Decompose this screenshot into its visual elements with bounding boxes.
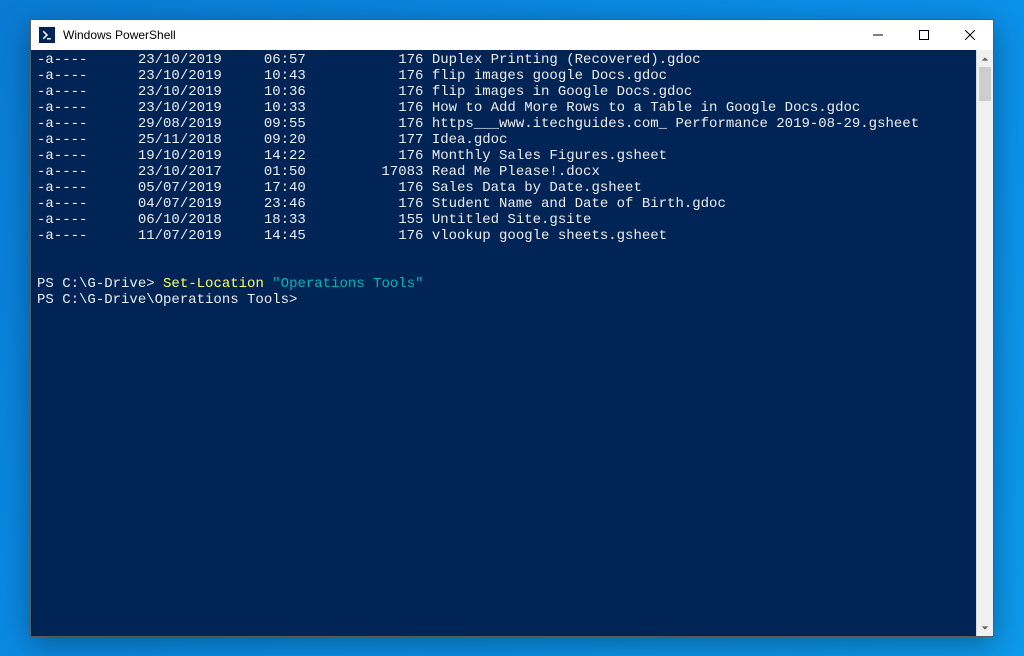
cell-date: 23/10/2019 (138, 100, 222, 116)
file-row: -a----23/10/2019 06:57176Duplex Printing … (37, 52, 970, 68)
file-row: -a----23/10/2017 01:5017083Read Me Please… (37, 164, 970, 180)
cell-mode: -a---- (37, 84, 138, 100)
cell-fname: https___www.itechguides.com_ Performance… (423, 116, 919, 132)
cell-size: 177 (306, 132, 424, 148)
file-row: -a----05/07/2019 17:40176Sales Data by Da… (37, 180, 970, 196)
scrollbar-vertical[interactable] (976, 50, 993, 636)
cell-time: 10:36 (264, 84, 306, 100)
cell-date: 29/08/2019 (138, 116, 222, 132)
close-button[interactable] (947, 20, 993, 50)
cell-size: 176 (306, 84, 424, 100)
cell-mode: -a---- (37, 148, 138, 164)
cell-fname: flip images google Docs.gdoc (423, 68, 667, 84)
file-row: -a----25/11/2018 09:20177Idea.gdoc (37, 132, 970, 148)
cell-mode: -a---- (37, 196, 138, 212)
cell-date: 06/10/2018 (138, 212, 222, 228)
cell-size: 176 (306, 196, 424, 212)
cell-fname: Student Name and Date of Birth.gdoc (423, 196, 725, 212)
cell-time: 18:33 (264, 212, 306, 228)
cell-size: 176 (306, 52, 424, 68)
terminal-output[interactable]: -a----23/10/201906:57176Duplex Printing … (31, 50, 976, 636)
titlebar[interactable]: Windows PowerShell (31, 20, 993, 50)
cell-date: 23/10/2019 (138, 68, 222, 84)
prompt-prefix: PS C:\G-Drive> (37, 276, 163, 292)
cell-time: 01:50 (264, 164, 306, 180)
cell-size: 176 (306, 148, 424, 164)
prompt-line-1: PS C:\G-Drive> Set-Location "Operations … (37, 276, 970, 292)
cell-size: 155 (306, 212, 424, 228)
cell-time: 17:40 (264, 180, 306, 196)
maximize-button[interactable] (901, 20, 947, 50)
cell-mode: -a---- (37, 180, 138, 196)
cell-size: 176 (306, 116, 424, 132)
cell-date: 23/10/2019 (138, 84, 222, 100)
cell-date: 05/07/2019 (138, 180, 222, 196)
cell-date: 23/10/2017 (138, 164, 222, 180)
cell-date: 19/10/2019 (138, 148, 222, 164)
prompt-prefix: PS C:\G-Drive\Operations Tools> (37, 292, 297, 308)
cell-size: 176 (306, 68, 424, 84)
window-title: Windows PowerShell (63, 28, 176, 42)
cell-fname: Duplex Printing (Recovered).gdoc (423, 52, 700, 68)
cell-fname: vlookup google sheets.gsheet (423, 228, 667, 244)
cell-size: 176 (306, 228, 424, 244)
cell-fname: Idea.gdoc (423, 132, 507, 148)
cell-mode: -a---- (37, 100, 138, 116)
string-token: "Operations Tools" (272, 276, 423, 292)
cell-time: 14:22 (264, 148, 306, 164)
cell-mode: -a---- (37, 228, 138, 244)
powershell-window: Windows PowerShell -a----23/10/201906:57… (30, 19, 994, 637)
cell-fname: How to Add More Rows to a Table in Googl… (423, 100, 860, 116)
file-row: -a----04/07/2019 23:46176Student Name and… (37, 196, 970, 212)
scrollbar-thumb[interactable] (979, 67, 991, 101)
cell-size: 176 (306, 180, 424, 196)
scroll-up-button[interactable] (977, 50, 993, 67)
file-row: -a----23/10/2019 10:33176How to Add More … (37, 100, 970, 116)
cell-time: 23:46 (264, 196, 306, 212)
cell-fname: Read Me Please!.docx (423, 164, 599, 180)
cell-time: 09:20 (264, 132, 306, 148)
cell-mode: -a---- (37, 212, 138, 228)
cell-date: 23/10/2019 (138, 52, 222, 68)
file-row: -a----23/10/2019 10:43176flip images goog… (37, 68, 970, 84)
cell-date: 04/07/2019 (138, 196, 222, 212)
terminal-area: -a----23/10/201906:57176Duplex Printing … (31, 50, 993, 636)
scroll-down-button[interactable] (977, 619, 993, 636)
cell-mode: -a---- (37, 52, 138, 68)
cell-date: 11/07/2019 (138, 228, 222, 244)
window-controls (855, 20, 993, 50)
cell-mode: -a---- (37, 68, 138, 84)
scrollbar-track[interactable] (977, 67, 993, 619)
cell-size: 176 (306, 100, 424, 116)
cell-time: 10:33 (264, 100, 306, 116)
minimize-button[interactable] (855, 20, 901, 50)
file-row: -a----23/10/2019 10:36176flip images in G… (37, 84, 970, 100)
cmdlet-token: Set-Location (163, 276, 264, 292)
file-row: -a----11/07/2019 14:45176vlookup google s… (37, 228, 970, 244)
cell-date: 25/11/2018 (138, 132, 222, 148)
cell-fname: flip images in Google Docs.gdoc (423, 84, 692, 100)
file-row: -a----06/10/2018 18:33155Untitled Site.gs… (37, 212, 970, 228)
cell-size: 17083 (306, 164, 424, 180)
prompt-line-2[interactable]: PS C:\G-Drive\Operations Tools> (37, 292, 970, 308)
file-row: -a----29/08/2019 09:55176https___www.itec… (37, 116, 970, 132)
cell-time: 14:45 (264, 228, 306, 244)
cell-fname: Monthly Sales Figures.gsheet (423, 148, 667, 164)
powershell-icon (39, 27, 55, 43)
cell-time: 10:43 (264, 68, 306, 84)
cell-mode: -a---- (37, 132, 138, 148)
cell-mode: -a---- (37, 164, 138, 180)
cell-time: 09:55 (264, 116, 306, 132)
cell-time: 06:57 (264, 52, 306, 68)
cell-fname: Untitled Site.gsite (423, 212, 591, 228)
file-row: -a----19/10/2019 14:22176Monthly Sales Fi… (37, 148, 970, 164)
cell-mode: -a---- (37, 116, 138, 132)
cell-fname: Sales Data by Date.gsheet (423, 180, 641, 196)
